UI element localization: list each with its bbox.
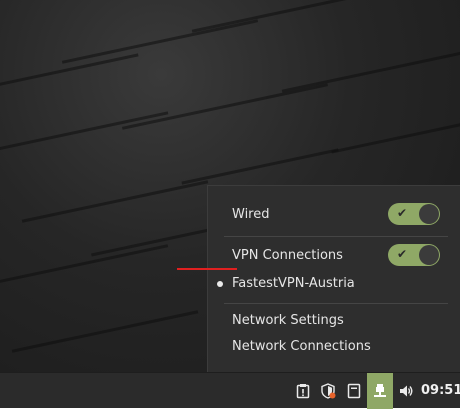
bottom-panel: 09:51 [0,372,460,409]
wired-item-label[interactable]: Wired [232,207,270,222]
wallpaper-tile [121,83,329,130]
wallpaper-tile [281,50,460,93]
shield-update-icon[interactable] [320,383,336,399]
wallpaper-tile [0,244,169,289]
wallpaper-tile [21,180,209,223]
menu-separator [224,236,448,237]
wallpaper-tile [0,111,169,152]
highlight-underline [177,268,237,270]
switch-knob [419,245,439,265]
vpn-entry-fastestvpn-austria[interactable]: FastestVPN-Austria [232,276,355,291]
wired-toggle-switch[interactable]: ✔ [388,203,440,225]
wallpaper-tile [61,19,259,64]
vpn-connections-label[interactable]: VPN Connections [232,248,343,263]
menu-separator [224,303,448,304]
wallpaper-tile [91,226,219,257]
clipboard-icon[interactable] [295,383,311,399]
switch-knob [419,204,439,224]
volume-icon[interactable] [398,383,414,399]
vpn-toggle-switch[interactable]: ✔ [388,244,440,266]
wallpaper-tile [11,310,199,353]
network-icon [374,384,386,397]
notes-icon[interactable] [346,383,362,399]
clock[interactable]: 09:51 [421,383,460,398]
network-applet-button[interactable] [367,373,393,409]
wallpaper-tile [181,148,339,185]
wallpaper-tile [331,119,460,154]
active-connection-bullet-icon [217,281,223,287]
network-menu-popup: Wired ✔ VPN Connections ✔ FastestVPN-Aus… [207,185,460,372]
check-icon: ✔ [397,247,408,261]
check-icon: ✔ [397,206,408,220]
network-connections-item[interactable]: Network Connections [232,339,371,354]
network-settings-item[interactable]: Network Settings [232,313,344,328]
